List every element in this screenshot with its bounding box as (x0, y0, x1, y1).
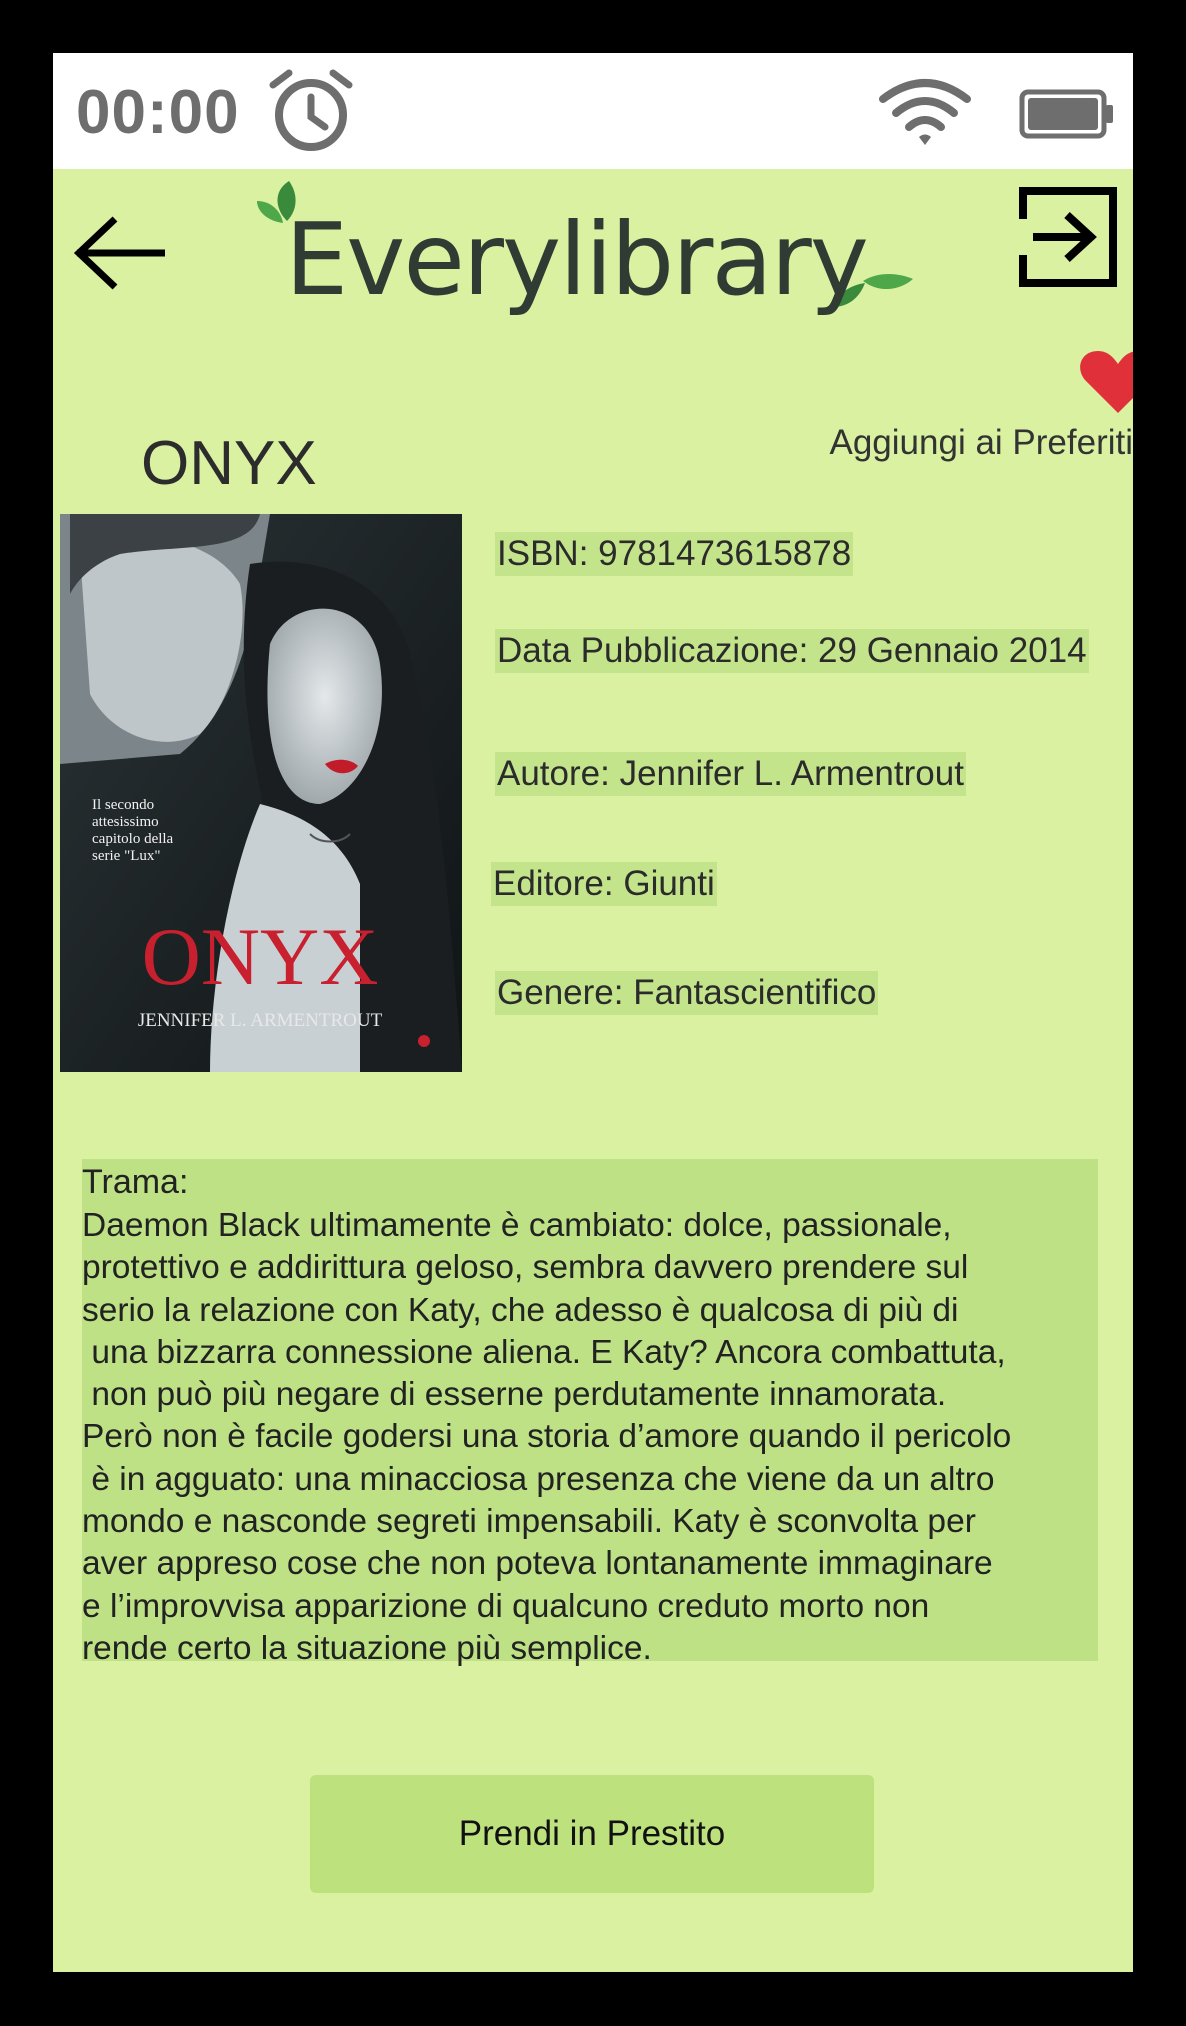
svg-text:attesissimo: attesissimo (92, 814, 159, 830)
back-arrow-icon[interactable] (69, 213, 169, 293)
book-author: Autore: Jennifer L. Armentrout (495, 752, 966, 796)
book-cover-image: Il secondo attesissimo capitolo della se… (60, 514, 462, 1072)
logout-icon[interactable] (1017, 185, 1121, 289)
book-genre: Genere: Fantascientifico (495, 971, 879, 1015)
battery-icon (1019, 89, 1115, 139)
plot-text: Daemon Black ultimamente è cambiato: dol… (82, 1207, 1012, 1667)
screen: 00:00 Everylibrary Aggiungi ai Preferiti… (53, 53, 1133, 1972)
favorites-label: Aggiungi ai Preferiti (829, 423, 1134, 462)
status-bar: 00:00 (53, 53, 1133, 169)
plot-section: Trama: Daemon Black ultimamente è cambia… (82, 1159, 1098, 1667)
everylibrary-logo: Everylibrary (253, 179, 933, 329)
add-to-favorites[interactable]: Aggiungi ai Preferiti (809, 349, 1133, 479)
status-time: 00:00 (76, 78, 240, 147)
phone-frame: 00:00 Everylibrary Aggiungi ai Preferiti… (0, 0, 1186, 2026)
heart-icon[interactable] (1079, 349, 1133, 415)
book-isbn: ISBN: 9781473615878 (495, 532, 854, 576)
logo-text: Everylibrary (285, 201, 869, 318)
alarm-icon (267, 67, 355, 155)
svg-text:Il secondo: Il secondo (92, 797, 154, 813)
plot-label: Trama: (82, 1163, 189, 1201)
borrow-button[interactable]: Prendi in Prestito (310, 1775, 874, 1893)
svg-text:serie "Lux": serie "Lux" (92, 848, 160, 864)
wifi-icon (879, 77, 971, 147)
svg-text:capitolo della: capitolo della (92, 831, 174, 847)
book-title: ONYX (141, 429, 317, 498)
book-publisher: Editore: Giunti (491, 862, 717, 906)
book-publication-date: Data Pubblicazione: 29 Gennaio 2014 (495, 629, 1089, 673)
cover-title: ONYX (142, 911, 379, 1002)
cover-author: JENNIFER L. ARMENTROUT (138, 1010, 383, 1031)
